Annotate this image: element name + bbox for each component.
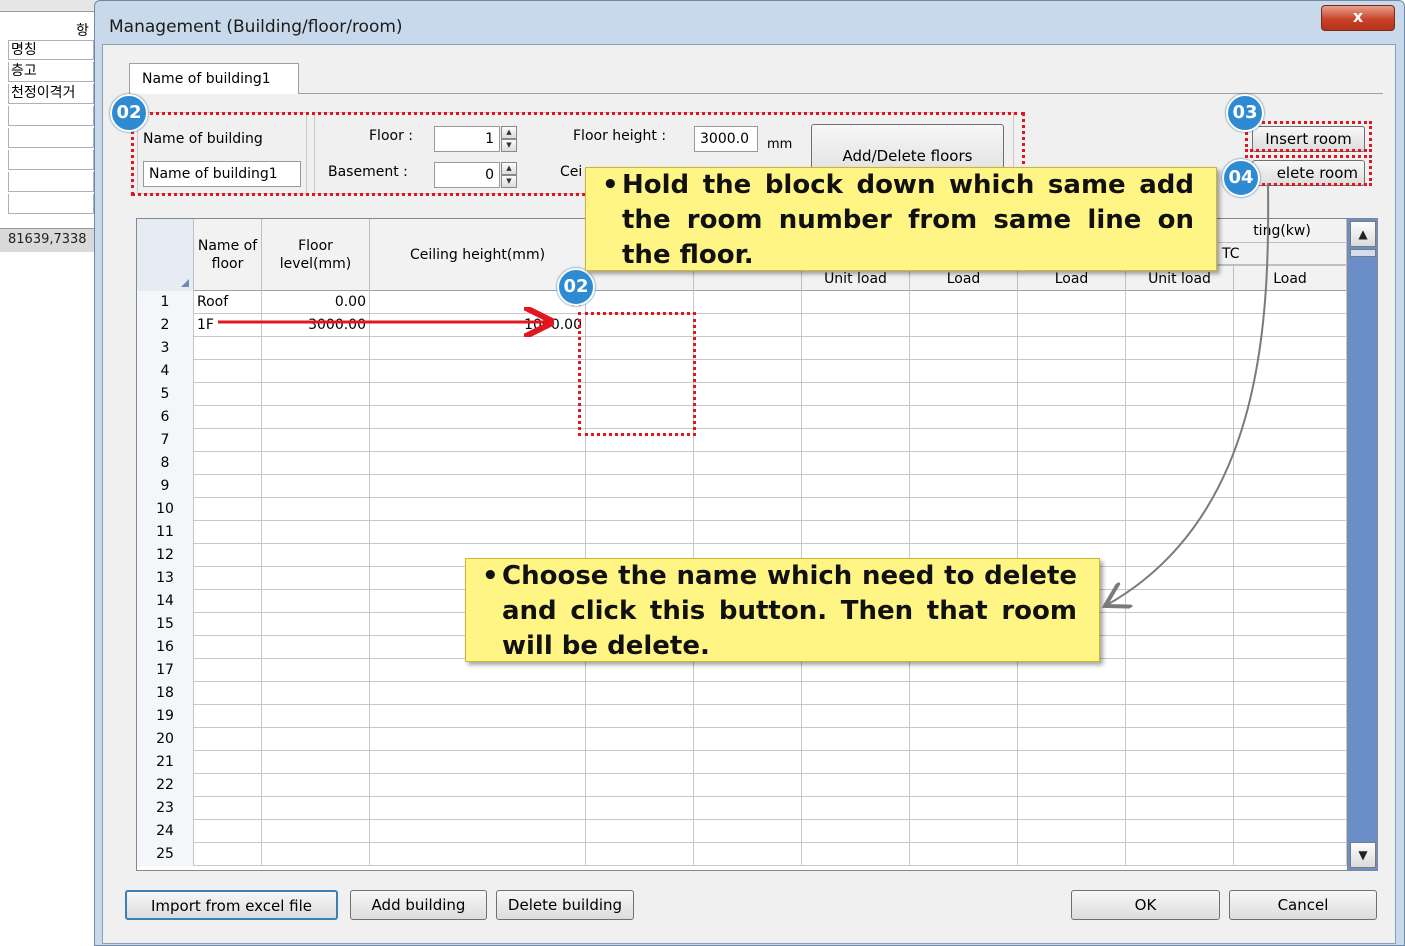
gray-arrow — [1105, 182, 1270, 606]
annotation-arrows — [218, 182, 1270, 946]
